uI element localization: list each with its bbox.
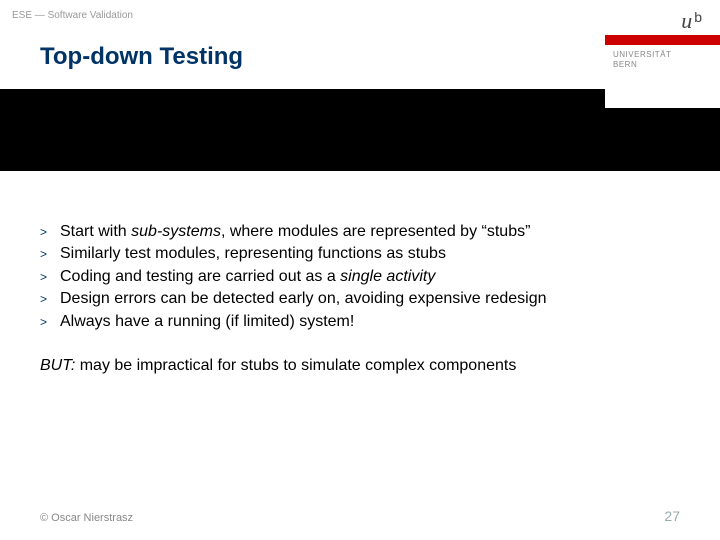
chevron-right-icon: > [40, 266, 60, 288]
logo-red-bar [605, 35, 720, 45]
uni-line1: UNIVERSITÄT [613, 50, 671, 60]
uni-line2: BERN [613, 60, 671, 70]
note-body: may be impractical for stubs to simulate… [75, 357, 516, 374]
bullet-text: Coding and testing are carried out as a … [60, 266, 690, 288]
content-area: > Start with sub-systems, where modules … [0, 171, 720, 375]
page-number: 27 [664, 508, 680, 524]
bullet-list: > Start with sub-systems, where modules … [40, 221, 690, 333]
footer: © Oscar Nierstrasz 27 [0, 508, 720, 524]
bullet-text: Similarly test modules, representing fun… [60, 243, 690, 265]
note-prefix: BUT: [40, 357, 75, 374]
chevron-right-icon: > [40, 243, 60, 265]
list-item: > Coding and testing are carried out as … [40, 266, 690, 288]
list-item: > Always have a running (if limited) sys… [40, 311, 690, 333]
list-item: > Similarly test modules, representing f… [40, 243, 690, 265]
chevron-right-icon: > [40, 221, 60, 243]
chevron-right-icon: > [40, 311, 60, 333]
logo-ub: ub [681, 8, 700, 34]
bullet-text: Design errors can be detected early on, … [60, 288, 690, 310]
logo-b-letter: b [694, 9, 702, 25]
bullet-text: Always have a running (if limited) syste… [60, 311, 690, 333]
note-text: BUT: may be impractical for stubs to sim… [40, 357, 690, 375]
list-item: > Start with sub-systems, where modules … [40, 221, 690, 243]
bullet-text: Start with sub-systems, where modules ar… [60, 221, 690, 243]
university-logo: ub UNIVERSITÄT BERN [605, 0, 720, 108]
university-name: UNIVERSITÄT BERN [613, 50, 671, 71]
copyright: © Oscar Nierstrasz [40, 512, 133, 524]
logo-u-letter: u [681, 8, 692, 33]
list-item: > Design errors can be detected early on… [40, 288, 690, 310]
chevron-right-icon: > [40, 288, 60, 310]
